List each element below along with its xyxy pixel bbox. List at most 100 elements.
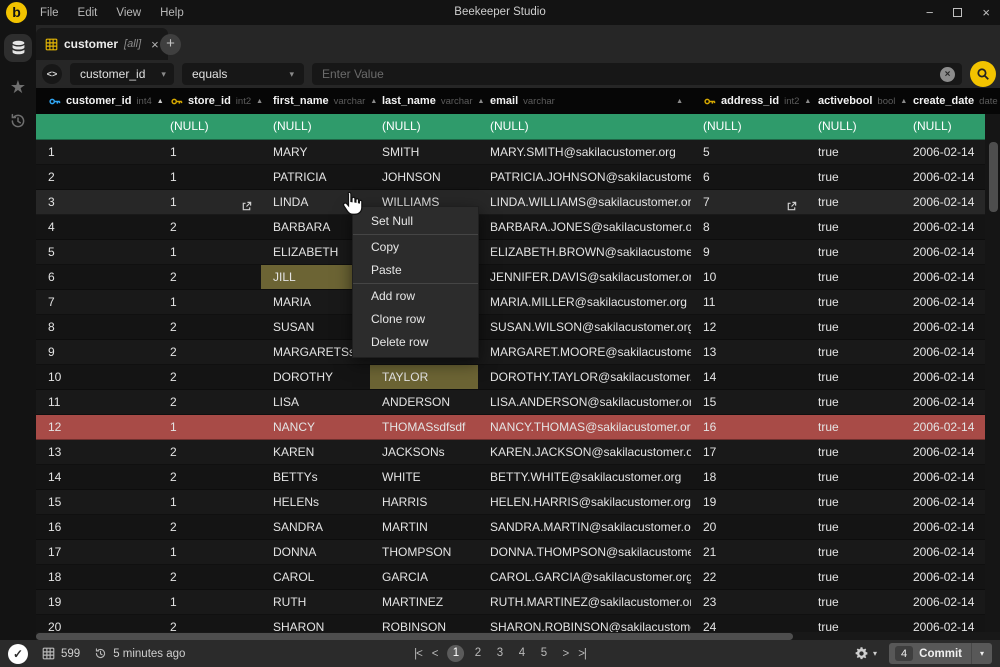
prev-page-button[interactable]: < <box>432 648 438 660</box>
cell-last_name[interactable]: THOMPSON <box>370 540 478 564</box>
cell-email[interactable]: LINDA.WILLIAMS@sakilacustomer.org <box>478 190 691 214</box>
table-row[interactable]: 62JILLDAVISJENNIFER.DAVIS@sakilacustomer… <box>36 265 1000 290</box>
horizontal-scrollbar-thumb[interactable] <box>36 633 793 640</box>
table-row[interactable]: 71MARIAMILLERMARIA.MILLER@sakilacustomer… <box>36 290 1000 315</box>
cell-first_name[interactable]: NANCY <box>261 415 370 439</box>
cell-address_id[interactable]: 11 <box>691 290 806 314</box>
page-button-3[interactable]: 3 <box>492 645 509 662</box>
menu-file[interactable]: File <box>40 7 59 19</box>
cell-address_id[interactable]: 20 <box>691 515 806 539</box>
cell-email[interactable]: BETTY.WHITE@sakilacustomer.org <box>478 465 691 489</box>
cell-email[interactable]: SANDRA.MARTIN@sakilacustomer.org <box>478 515 691 539</box>
sql-toggle-button[interactable]: <> <box>42 64 62 84</box>
commit-button[interactable]: 4 Commit ▾ <box>889 643 992 664</box>
context-menu-item-set-null[interactable]: Set Null <box>353 210 478 233</box>
cell-email[interactable]: SUSAN.WILSON@sakilacustomer.org <box>478 315 691 339</box>
cell-address_id[interactable]: 22 <box>691 565 806 589</box>
cell-address_id[interactable]: 21 <box>691 540 806 564</box>
cell-store_id[interactable]: 2 <box>158 215 261 239</box>
cell-email[interactable]: KAREN.JACKSON@sakilacustomer.org <box>478 440 691 464</box>
cell-email[interactable]: NANCY.THOMAS@sakilacustomer.org <box>478 415 691 439</box>
cell-store_id[interactable]: 1 <box>158 140 261 164</box>
cell-activebool[interactable]: true <box>806 290 901 314</box>
column-header-last_name[interactable]: last_namevarchar▲ <box>370 88 478 114</box>
cell-last_name[interactable]: GARCIA <box>370 565 478 589</box>
column-header-create_date[interactable]: create_datedate▲ <box>901 88 1000 114</box>
cell-last_name[interactable]: HARRIS <box>370 490 478 514</box>
gear-icon[interactable] <box>854 646 869 661</box>
column-header-activebool[interactable]: activeboolbool▲ <box>806 88 901 114</box>
cell-store_id[interactable]: 2 <box>158 465 261 489</box>
cell-address_id[interactable]: 5 <box>691 140 806 164</box>
cell-email[interactable]: CAROL.GARCIA@sakilacustomer.org <box>478 565 691 589</box>
table-row[interactable]: 182CAROLGARCIACAROL.GARCIA@sakilacustome… <box>36 565 1000 590</box>
cell-customer_id[interactable]: 3 <box>36 190 158 214</box>
sidebar-item-tables[interactable] <box>4 34 32 62</box>
cell-customer_id[interactable]: 16 <box>36 515 158 539</box>
cell-address_id[interactable]: 14 <box>691 365 806 389</box>
menu-help[interactable]: Help <box>160 7 184 19</box>
table-row[interactable]: 151HELENsHARRISHELEN.HARRIS@sakilacustom… <box>36 490 1000 515</box>
cell-first_name[interactable]: RUTH <box>261 590 370 614</box>
next-page-button[interactable]: > <box>563 648 569 660</box>
cell-activebool[interactable]: true <box>806 240 901 264</box>
context-menu-item-delete-row[interactable]: Delete row <box>353 331 478 354</box>
cell-activebool[interactable]: true <box>806 565 901 589</box>
cell-address_id[interactable]: 23 <box>691 590 806 614</box>
cell-address_id[interactable]: 9 <box>691 240 806 264</box>
cell-customer_id[interactable]: 15 <box>36 490 158 514</box>
cell-store_id[interactable]: 1 <box>158 490 261 514</box>
cell-customer_id[interactable]: 6 <box>36 265 158 289</box>
column-header-store_id[interactable]: store_idint2▲ <box>158 88 261 114</box>
page-button-2[interactable]: 2 <box>470 645 487 662</box>
cell-address_id[interactable]: 8 <box>691 215 806 239</box>
tab-customer[interactable]: customer [all] × <box>36 28 168 60</box>
cell-store_id[interactable]: 1 <box>158 590 261 614</box>
cell-store_id[interactable]: 1 <box>158 540 261 564</box>
cell-email[interactable]: BARBARA.JONES@sakilacustomer.org <box>478 215 691 239</box>
first-page-button[interactable]: |< <box>414 648 422 660</box>
cell-first_name[interactable]: PATRICIA <box>261 165 370 189</box>
table-row[interactable]: 31LINDAWILLIAMSLINDA.WILLIAMS@sakilacust… <box>36 190 1000 215</box>
minimize-button[interactable]: − <box>926 0 934 25</box>
cell-store_id[interactable]: 2 <box>158 340 261 364</box>
table-row[interactable]: 171DONNATHOMPSONDONNA.THOMPSON@sakilacus… <box>36 540 1000 565</box>
cell-activebool[interactable]: true <box>806 265 901 289</box>
cell-email[interactable]: ELIZABETH.BROWN@sakilacustomer.org <box>478 240 691 264</box>
table-row[interactable]: 102DOROTHYTAYLORDOROTHY.TAYLOR@sakilacus… <box>36 365 1000 390</box>
cell-first_name[interactable]: DOROTHY <box>261 365 370 389</box>
maximize-button[interactable] <box>953 8 962 17</box>
cell-customer_id[interactable]: 12 <box>36 415 158 439</box>
table-row[interactable]: 82SUSANWILSONSUSAN.WILSON@sakilacustomer… <box>36 315 1000 340</box>
table-row[interactable]: 42BARBARAJONESBARBARA.JONES@sakilacustom… <box>36 215 1000 240</box>
cell-last_name[interactable]: THOMASsdfsdf <box>370 415 478 439</box>
cell-customer_id[interactable] <box>36 114 158 139</box>
cell-email[interactable]: MARGARET.MOORE@sakilacustomer.org <box>478 340 691 364</box>
cell-email[interactable]: JENNIFER.DAVIS@sakilacustomer.org <box>478 265 691 289</box>
table-row[interactable]: 11MARYSMITHMARY.SMITH@sakilacustomer.org… <box>36 140 1000 165</box>
cell-activebool[interactable]: true <box>806 515 901 539</box>
cell-first_name[interactable]: DONNA <box>261 540 370 564</box>
cell-last_name[interactable]: JACKSONs <box>370 440 478 464</box>
cell-customer_id[interactable]: 10 <box>36 365 158 389</box>
last-page-button[interactable]: >| <box>578 648 586 660</box>
cell-store_id[interactable]: 2 <box>158 515 261 539</box>
cell-store_id[interactable]: 1 <box>158 240 261 264</box>
cell-email[interactable]: LISA.ANDERSON@sakilacustomer.org <box>478 390 691 414</box>
pending-insert-row[interactable]: (NULL)(NULL)(NULL)(NULL)(NULL)(NULL)(NUL… <box>36 114 1000 140</box>
cell-last_name[interactable]: ANDERSON <box>370 390 478 414</box>
cell-activebool[interactable]: (NULL) <box>806 114 901 139</box>
cell-address_id[interactable]: 17 <box>691 440 806 464</box>
cell-store_id[interactable]: 2 <box>158 365 261 389</box>
cell-address_id[interactable]: 12 <box>691 315 806 339</box>
table-row[interactable]: 191RUTHMARTINEZRUTH.MARTINEZ@sakilacusto… <box>36 590 1000 615</box>
cell-address_id[interactable]: (NULL) <box>691 114 806 139</box>
table-row[interactable]: 142BETTYsWHITEBETTY.WHITE@sakilacustomer… <box>36 465 1000 490</box>
open-foreign-key-icon[interactable] <box>241 196 252 214</box>
cell-activebool[interactable]: true <box>806 490 901 514</box>
table-row[interactable]: 21PATRICIAJOHNSONPATRICIA.JOHNSON@sakila… <box>36 165 1000 190</box>
cell-address_id[interactable]: 15 <box>691 390 806 414</box>
cell-customer_id[interactable]: 18 <box>36 565 158 589</box>
menu-edit[interactable]: Edit <box>78 7 98 19</box>
column-header-customer_id[interactable]: customer_idint4▲ <box>36 88 158 114</box>
